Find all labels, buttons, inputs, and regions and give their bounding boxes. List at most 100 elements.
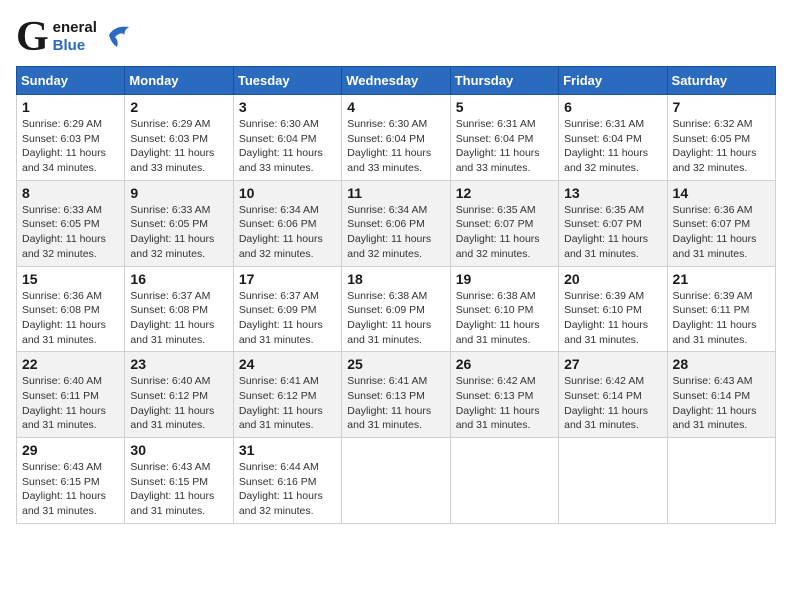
day-info: Sunrise: 6:32 AM Sunset: 6:05 PM Dayligh… bbox=[673, 117, 770, 176]
day-number: 25 bbox=[347, 356, 444, 372]
calendar-day-cell: 19 Sunrise: 6:38 AM Sunset: 6:10 PM Dayl… bbox=[450, 266, 558, 352]
day-header-monday: Monday bbox=[125, 67, 233, 95]
logo-general-text: eneral bbox=[53, 19, 97, 36]
day-number: 28 bbox=[673, 356, 770, 372]
day-number: 7 bbox=[673, 99, 770, 115]
day-header-friday: Friday bbox=[559, 67, 667, 95]
day-info: Sunrise: 6:30 AM Sunset: 6:04 PM Dayligh… bbox=[347, 117, 444, 176]
day-info: Sunrise: 6:36 AM Sunset: 6:08 PM Dayligh… bbox=[22, 289, 119, 348]
calendar-week-row: 22 Sunrise: 6:40 AM Sunset: 6:11 PM Dayl… bbox=[17, 352, 776, 438]
day-info: Sunrise: 6:43 AM Sunset: 6:14 PM Dayligh… bbox=[673, 374, 770, 433]
empty-cell bbox=[667, 438, 775, 524]
calendar-day-cell: 13 Sunrise: 6:35 AM Sunset: 6:07 PM Dayl… bbox=[559, 180, 667, 266]
calendar-table: SundayMondayTuesdayWednesdayThursdayFrid… bbox=[16, 66, 776, 524]
day-number: 26 bbox=[456, 356, 553, 372]
day-info: Sunrise: 6:31 AM Sunset: 6:04 PM Dayligh… bbox=[564, 117, 661, 176]
calendar-week-row: 15 Sunrise: 6:36 AM Sunset: 6:08 PM Dayl… bbox=[17, 266, 776, 352]
day-number: 30 bbox=[130, 442, 227, 458]
day-info: Sunrise: 6:36 AM Sunset: 6:07 PM Dayligh… bbox=[673, 203, 770, 262]
day-number: 12 bbox=[456, 185, 553, 201]
calendar-day-cell: 26 Sunrise: 6:42 AM Sunset: 6:13 PM Dayl… bbox=[450, 352, 558, 438]
calendar-day-cell: 11 Sunrise: 6:34 AM Sunset: 6:06 PM Dayl… bbox=[342, 180, 450, 266]
day-number: 14 bbox=[673, 185, 770, 201]
day-info: Sunrise: 6:38 AM Sunset: 6:10 PM Dayligh… bbox=[456, 289, 553, 348]
day-number: 22 bbox=[22, 356, 119, 372]
empty-cell bbox=[450, 438, 558, 524]
day-info: Sunrise: 6:31 AM Sunset: 6:04 PM Dayligh… bbox=[456, 117, 553, 176]
calendar-day-cell: 20 Sunrise: 6:39 AM Sunset: 6:10 PM Dayl… bbox=[559, 266, 667, 352]
calendar-day-cell: 12 Sunrise: 6:35 AM Sunset: 6:07 PM Dayl… bbox=[450, 180, 558, 266]
calendar-day-cell: 5 Sunrise: 6:31 AM Sunset: 6:04 PM Dayli… bbox=[450, 95, 558, 181]
day-number: 8 bbox=[22, 185, 119, 201]
day-number: 1 bbox=[22, 99, 119, 115]
day-info: Sunrise: 6:35 AM Sunset: 6:07 PM Dayligh… bbox=[564, 203, 661, 262]
calendar-day-cell: 30 Sunrise: 6:43 AM Sunset: 6:15 PM Dayl… bbox=[125, 438, 233, 524]
day-number: 29 bbox=[22, 442, 119, 458]
calendar-week-row: 8 Sunrise: 6:33 AM Sunset: 6:05 PM Dayli… bbox=[17, 180, 776, 266]
day-number: 18 bbox=[347, 271, 444, 287]
day-info: Sunrise: 6:44 AM Sunset: 6:16 PM Dayligh… bbox=[239, 460, 336, 519]
day-info: Sunrise: 6:41 AM Sunset: 6:12 PM Dayligh… bbox=[239, 374, 336, 433]
day-info: Sunrise: 6:40 AM Sunset: 6:11 PM Dayligh… bbox=[22, 374, 119, 433]
calendar-day-cell: 21 Sunrise: 6:39 AM Sunset: 6:11 PM Dayl… bbox=[667, 266, 775, 352]
calendar-day-cell: 14 Sunrise: 6:36 AM Sunset: 6:07 PM Dayl… bbox=[667, 180, 775, 266]
calendar-day-cell: 6 Sunrise: 6:31 AM Sunset: 6:04 PM Dayli… bbox=[559, 95, 667, 181]
day-number: 17 bbox=[239, 271, 336, 287]
day-info: Sunrise: 6:43 AM Sunset: 6:15 PM Dayligh… bbox=[130, 460, 227, 519]
day-number: 2 bbox=[130, 99, 227, 115]
day-number: 9 bbox=[130, 185, 227, 201]
logo-bird-icon bbox=[101, 21, 133, 54]
day-number: 11 bbox=[347, 185, 444, 201]
day-number: 3 bbox=[239, 99, 336, 115]
calendar-week-row: 1 Sunrise: 6:29 AM Sunset: 6:03 PM Dayli… bbox=[17, 95, 776, 181]
day-info: Sunrise: 6:42 AM Sunset: 6:14 PM Dayligh… bbox=[564, 374, 661, 433]
day-info: Sunrise: 6:37 AM Sunset: 6:08 PM Dayligh… bbox=[130, 289, 227, 348]
day-number: 23 bbox=[130, 356, 227, 372]
day-header-saturday: Saturday bbox=[667, 67, 775, 95]
empty-cell bbox=[342, 438, 450, 524]
day-info: Sunrise: 6:35 AM Sunset: 6:07 PM Dayligh… bbox=[456, 203, 553, 262]
logo-blue-text: Blue bbox=[53, 37, 86, 54]
day-number: 16 bbox=[130, 271, 227, 287]
calendar-day-cell: 22 Sunrise: 6:40 AM Sunset: 6:11 PM Dayl… bbox=[17, 352, 125, 438]
day-info: Sunrise: 6:29 AM Sunset: 6:03 PM Dayligh… bbox=[22, 117, 119, 176]
page-header: G eneral Blue bbox=[16, 16, 776, 58]
logo-g-letter: G bbox=[16, 16, 49, 58]
day-number: 5 bbox=[456, 99, 553, 115]
day-number: 10 bbox=[239, 185, 336, 201]
calendar-header-row: SundayMondayTuesdayWednesdayThursdayFrid… bbox=[17, 67, 776, 95]
day-number: 4 bbox=[347, 99, 444, 115]
day-info: Sunrise: 6:34 AM Sunset: 6:06 PM Dayligh… bbox=[347, 203, 444, 262]
calendar-day-cell: 9 Sunrise: 6:33 AM Sunset: 6:05 PM Dayli… bbox=[125, 180, 233, 266]
day-info: Sunrise: 6:40 AM Sunset: 6:12 PM Dayligh… bbox=[130, 374, 227, 433]
calendar-day-cell: 2 Sunrise: 6:29 AM Sunset: 6:03 PM Dayli… bbox=[125, 95, 233, 181]
calendar-day-cell: 10 Sunrise: 6:34 AM Sunset: 6:06 PM Dayl… bbox=[233, 180, 341, 266]
day-number: 6 bbox=[564, 99, 661, 115]
day-info: Sunrise: 6:42 AM Sunset: 6:13 PM Dayligh… bbox=[456, 374, 553, 433]
day-number: 24 bbox=[239, 356, 336, 372]
day-info: Sunrise: 6:29 AM Sunset: 6:03 PM Dayligh… bbox=[130, 117, 227, 176]
calendar-day-cell: 18 Sunrise: 6:38 AM Sunset: 6:09 PM Dayl… bbox=[342, 266, 450, 352]
day-info: Sunrise: 6:43 AM Sunset: 6:15 PM Dayligh… bbox=[22, 460, 119, 519]
day-number: 19 bbox=[456, 271, 553, 287]
day-number: 20 bbox=[564, 271, 661, 287]
calendar-day-cell: 29 Sunrise: 6:43 AM Sunset: 6:15 PM Dayl… bbox=[17, 438, 125, 524]
day-header-wednesday: Wednesday bbox=[342, 67, 450, 95]
calendar-day-cell: 25 Sunrise: 6:41 AM Sunset: 6:13 PM Dayl… bbox=[342, 352, 450, 438]
calendar-day-cell: 23 Sunrise: 6:40 AM Sunset: 6:12 PM Dayl… bbox=[125, 352, 233, 438]
day-info: Sunrise: 6:39 AM Sunset: 6:11 PM Dayligh… bbox=[673, 289, 770, 348]
day-number: 13 bbox=[564, 185, 661, 201]
day-header-tuesday: Tuesday bbox=[233, 67, 341, 95]
day-number: 31 bbox=[239, 442, 336, 458]
logo: G eneral Blue bbox=[16, 16, 133, 58]
calendar-day-cell: 31 Sunrise: 6:44 AM Sunset: 6:16 PM Dayl… bbox=[233, 438, 341, 524]
day-info: Sunrise: 6:33 AM Sunset: 6:05 PM Dayligh… bbox=[130, 203, 227, 262]
day-number: 21 bbox=[673, 271, 770, 287]
day-number: 15 bbox=[22, 271, 119, 287]
empty-cell bbox=[559, 438, 667, 524]
calendar-day-cell: 28 Sunrise: 6:43 AM Sunset: 6:14 PM Dayl… bbox=[667, 352, 775, 438]
calendar-day-cell: 1 Sunrise: 6:29 AM Sunset: 6:03 PM Dayli… bbox=[17, 95, 125, 181]
calendar-day-cell: 3 Sunrise: 6:30 AM Sunset: 6:04 PM Dayli… bbox=[233, 95, 341, 181]
day-number: 27 bbox=[564, 356, 661, 372]
day-info: Sunrise: 6:34 AM Sunset: 6:06 PM Dayligh… bbox=[239, 203, 336, 262]
